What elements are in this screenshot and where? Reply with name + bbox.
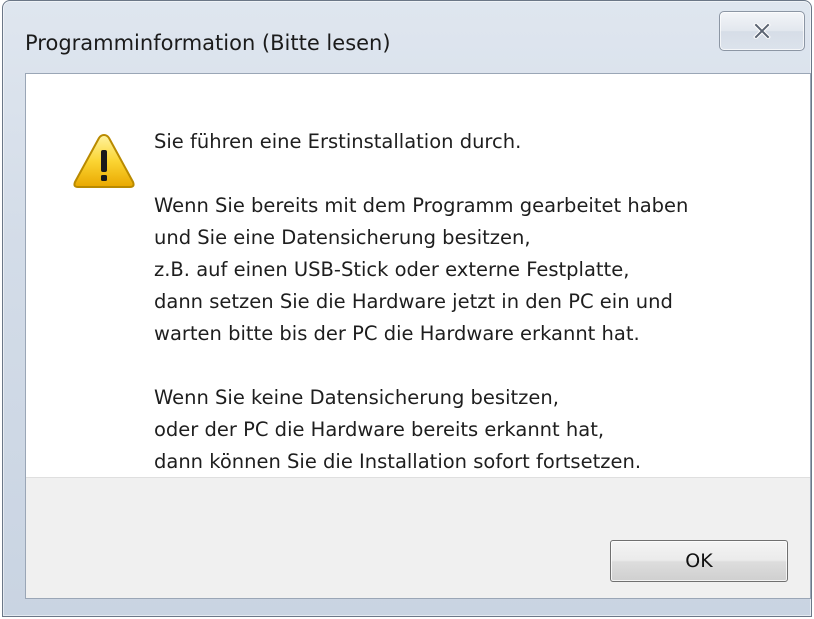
warning-icon — [72, 132, 136, 194]
dialog-client-area: Sie führen eine Erstinstallation durch. … — [25, 73, 811, 599]
dialog-window: Programminformation (Bitte lesen) Sie fü… — [2, 0, 812, 617]
message-line: und Sie eine Datensicherung besitzen, — [154, 226, 531, 249]
close-button[interactable] — [719, 11, 805, 51]
message-line: Wenn Sie keine Datensicherung besitzen, — [154, 386, 559, 409]
message-text: Sie führen eine Erstinstallation durch. … — [154, 126, 794, 478]
message-line: oder der PC die Hardware bereits erkannt… — [154, 418, 605, 441]
window-title: Programminformation (Bitte lesen) — [25, 31, 391, 55]
message-line: dann können Sie die Installation sofort … — [154, 450, 642, 473]
button-bar: OK — [26, 477, 810, 598]
ok-button[interactable]: OK — [610, 540, 788, 582]
message-line: dann setzen Sie die Hardware jetzt in de… — [154, 290, 673, 313]
message-line: warten bitte bis der PC die Hardware erk… — [154, 322, 640, 345]
close-icon — [753, 23, 771, 39]
message-line: Wenn Sie bereits mit dem Programm gearbe… — [154, 194, 689, 217]
message-area: Sie führen eine Erstinstallation durch. … — [26, 74, 810, 477]
message-line: Sie führen eine Erstinstallation durch. — [154, 130, 522, 153]
title-bar[interactable]: Programminformation (Bitte lesen) — [3, 1, 811, 73]
message-line: z.B. auf einen USB-Stick oder externe Fe… — [154, 258, 630, 281]
